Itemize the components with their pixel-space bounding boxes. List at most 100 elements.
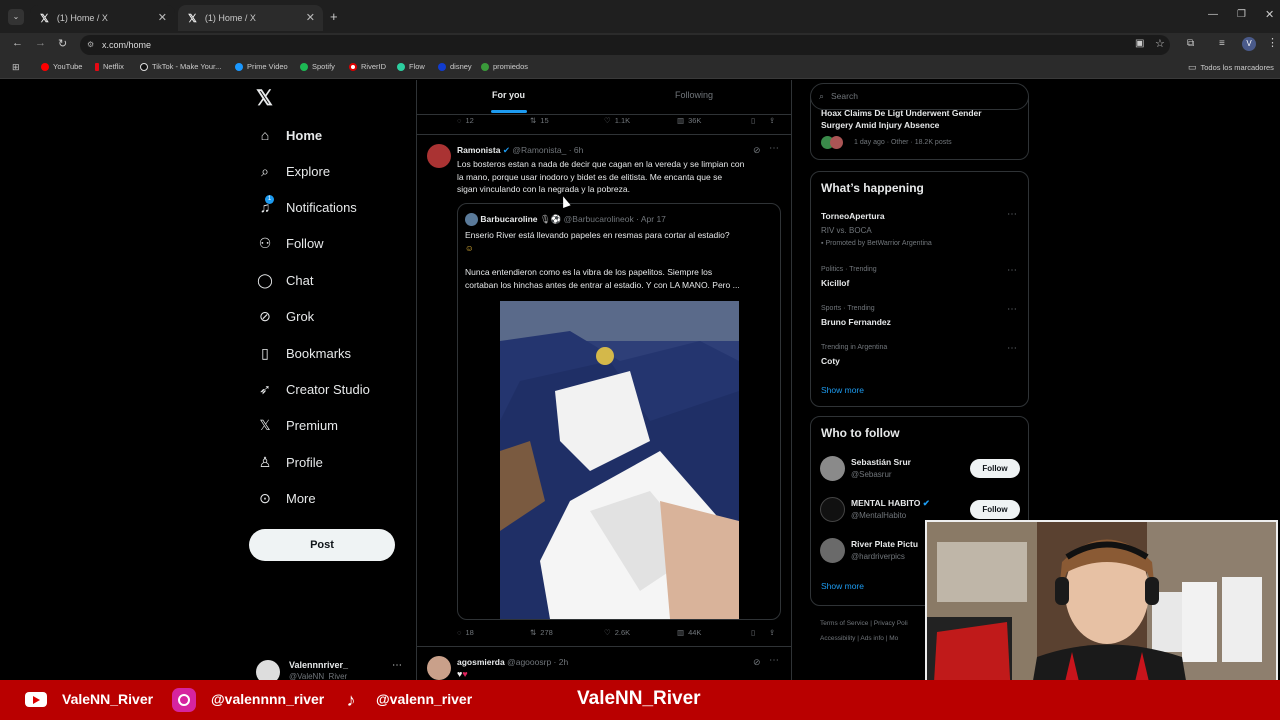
- bookmark-tiktok[interactable]: TikTok - Make Your...: [140, 62, 221, 71]
- avatar[interactable]: [820, 538, 845, 563]
- more-dots-icon[interactable]: ⋯: [1007, 265, 1017, 276]
- bookmark-spotify[interactable]: Spotify: [300, 62, 335, 71]
- follow-button[interactable]: Follow: [970, 459, 1020, 478]
- views-button[interactable]: ▥ 36K: [677, 116, 701, 125]
- new-tab-icon[interactable]: +: [330, 9, 338, 24]
- quote-media-image[interactable]: [500, 301, 739, 619]
- grok-tweet-icon[interactable]: ⊘: [753, 145, 761, 156]
- nav-bookmarks[interactable]: ▯ Bookmarks: [256, 338, 351, 368]
- nav-premium[interactable]: 𝕏 Premium: [256, 410, 338, 440]
- all-bookmarks[interactable]: ▭ Todos los marcadores: [1188, 62, 1274, 73]
- author-name[interactable]: agosmierda: [457, 657, 505, 667]
- bookmark-tweet-icon[interactable]: ▯: [751, 116, 755, 125]
- browser-tab-2[interactable]: 𝕏 (1) Home / X ✕: [178, 5, 323, 31]
- avatar[interactable]: [820, 497, 845, 522]
- minimize-icon[interactable]: —: [1208, 9, 1218, 20]
- apps-grid-icon[interactable]: ⊞: [12, 62, 20, 73]
- avatar[interactable]: [427, 144, 451, 168]
- show-more-link[interactable]: Show more: [821, 385, 864, 395]
- post-button[interactable]: Post: [249, 529, 395, 561]
- close-window-icon[interactable]: ✕: [1265, 8, 1274, 21]
- more-dots-icon[interactable]: ⋯: [1007, 304, 1017, 315]
- tweet-time[interactable]: 6h: [574, 145, 583, 155]
- like-button[interactable]: ♡ 2.6K: [604, 628, 630, 637]
- extensions-icon[interactable]: ⧉: [1187, 38, 1194, 49]
- site-info-icon[interactable]: ⚙: [87, 35, 94, 55]
- nav-grok[interactable]: ⊘ Grok: [256, 301, 314, 331]
- share-icon[interactable]: ⇪: [769, 628, 775, 637]
- nav-profile[interactable]: ♙ Profile: [256, 447, 323, 477]
- browser-tab-1[interactable]: 𝕏 (1) Home / X ✕: [30, 5, 175, 31]
- author-handle[interactable]: @Ramonista_: [512, 145, 566, 155]
- bookmark-riverid[interactable]: RiverID: [349, 62, 386, 71]
- bookmark-disney[interactable]: disney: [438, 62, 472, 71]
- more-dots-icon[interactable]: ⋯: [1007, 209, 1017, 220]
- bookmark-flow[interactable]: Flow: [397, 62, 425, 71]
- follow-suggestion-name[interactable]: Sebastián Srur: [851, 457, 911, 467]
- nav-explore[interactable]: ⌕ Explore: [256, 156, 330, 186]
- x-home-logo[interactable]: 𝕏: [256, 86, 273, 111]
- nav-home[interactable]: ⌂ Home: [256, 120, 322, 150]
- avatar[interactable]: [427, 656, 451, 680]
- top-story-avatars: [821, 136, 843, 154]
- profile-avatar[interactable]: V: [1242, 37, 1256, 51]
- tab-list-menu-icon[interactable]: ⌄: [8, 9, 24, 25]
- tab-for-you[interactable]: For you: [492, 90, 525, 100]
- bookmark-youtube[interactable]: YouTube: [41, 62, 82, 71]
- forward-icon[interactable]: →: [35, 37, 46, 49]
- netflix-icon: [95, 62, 99, 71]
- more-dots-icon[interactable]: ⋯: [392, 660, 402, 671]
- follow-button[interactable]: Follow: [970, 500, 1020, 519]
- nav-chat[interactable]: ◯ Chat: [256, 265, 313, 295]
- install-app-icon[interactable]: ▣: [1135, 38, 1144, 49]
- follow-suggestion-name[interactable]: River Plate Pictu: [851, 539, 918, 549]
- nav-creator-studio[interactable]: ➶ Creator Studio: [256, 374, 370, 404]
- share-icon[interactable]: ⇪: [769, 116, 775, 125]
- nav-more[interactable]: ⊙ More: [256, 483, 316, 513]
- bookmark-promiedos[interactable]: promiedos: [481, 62, 528, 71]
- author-handle[interactable]: @agooosrp: [507, 657, 551, 667]
- tab-following[interactable]: Following: [675, 90, 713, 100]
- media-control-icon[interactable]: ≡: [1219, 38, 1225, 49]
- back-icon[interactable]: ←: [12, 37, 23, 49]
- follow-suggestion-handle: @Sebasrur: [851, 470, 892, 479]
- trend-meta: Trending in Argentina: [821, 344, 888, 351]
- trend-item[interactable]: Sports · Trending Bruno Fernandez ⋯: [811, 303, 1028, 333]
- like-button[interactable]: ♡ 1.1K: [604, 116, 630, 125]
- url-input[interactable]: ⚙ x.com/home: [80, 35, 1170, 55]
- follow-suggestion-name[interactable]: MENTAL HABITO ✔: [851, 498, 930, 509]
- close-tab-icon[interactable]: ✕: [306, 11, 315, 24]
- trend-item[interactable]: Politics · Trending Kicillof ⋯: [811, 264, 1028, 294]
- reply-button[interactable]: ◌ 18: [457, 628, 474, 637]
- quote-tweet-card[interactable]: Barbucaroline 🎙⚽ @Barbucarolineok · Apr …: [457, 203, 781, 620]
- more-dots-icon[interactable]: ⋯: [769, 655, 779, 666]
- notification-badge: 1: [265, 195, 274, 204]
- x-premium-icon: 𝕏: [259, 417, 271, 433]
- views-button[interactable]: ▥ 44K: [677, 628, 701, 637]
- repost-button[interactable]: ⇅ 278: [530, 628, 553, 637]
- repost-button[interactable]: ⇅ 15: [530, 116, 549, 125]
- reply-button[interactable]: ◌ 12: [457, 116, 474, 125]
- bookmark-netflix[interactable]: Netflix: [95, 62, 124, 71]
- top-story-title: Hoax Claims De Ligt Underwent Gender Sur…: [821, 108, 982, 130]
- top-story-panel[interactable]: Hoax Claims De Ligt Underwent Gender Sur…: [810, 96, 1029, 160]
- tweet-time[interactable]: 2h: [559, 657, 568, 667]
- restore-icon[interactable]: ❐: [1237, 9, 1246, 20]
- more-dots-icon[interactable]: ⋯: [1007, 343, 1017, 354]
- more-dots-icon[interactable]: ⋯: [769, 143, 779, 154]
- close-tab-icon[interactable]: ✕: [158, 11, 167, 24]
- nav-follow[interactable]: ⚇ Follow: [256, 228, 324, 258]
- author-name[interactable]: Ramonista: [457, 145, 500, 155]
- account-switcher[interactable]: Valennnriver_ @ValeNN_River ⋯: [256, 658, 406, 680]
- browser-menu-icon[interactable]: ⋮: [1267, 36, 1278, 49]
- trend-item[interactable]: TorneoApertura RIV vs. BOCA ▪ Promoted b…: [811, 206, 1028, 252]
- bookmark-star-icon[interactable]: ☆: [1155, 37, 1165, 50]
- reload-icon[interactable]: ↻: [58, 37, 67, 50]
- bookmark-tweet-icon[interactable]: ▯: [751, 628, 755, 637]
- bookmark-prime-video[interactable]: Prime Video: [235, 62, 288, 71]
- trend-item[interactable]: Trending in Argentina Coty ⋯: [811, 342, 1028, 372]
- avatar[interactable]: [820, 456, 845, 481]
- grok-tweet-icon[interactable]: ⊘: [753, 657, 761, 668]
- nav-notifications[interactable]: ♫ 1 Notifications: [256, 192, 357, 222]
- show-more-link[interactable]: Show more: [821, 581, 864, 591]
